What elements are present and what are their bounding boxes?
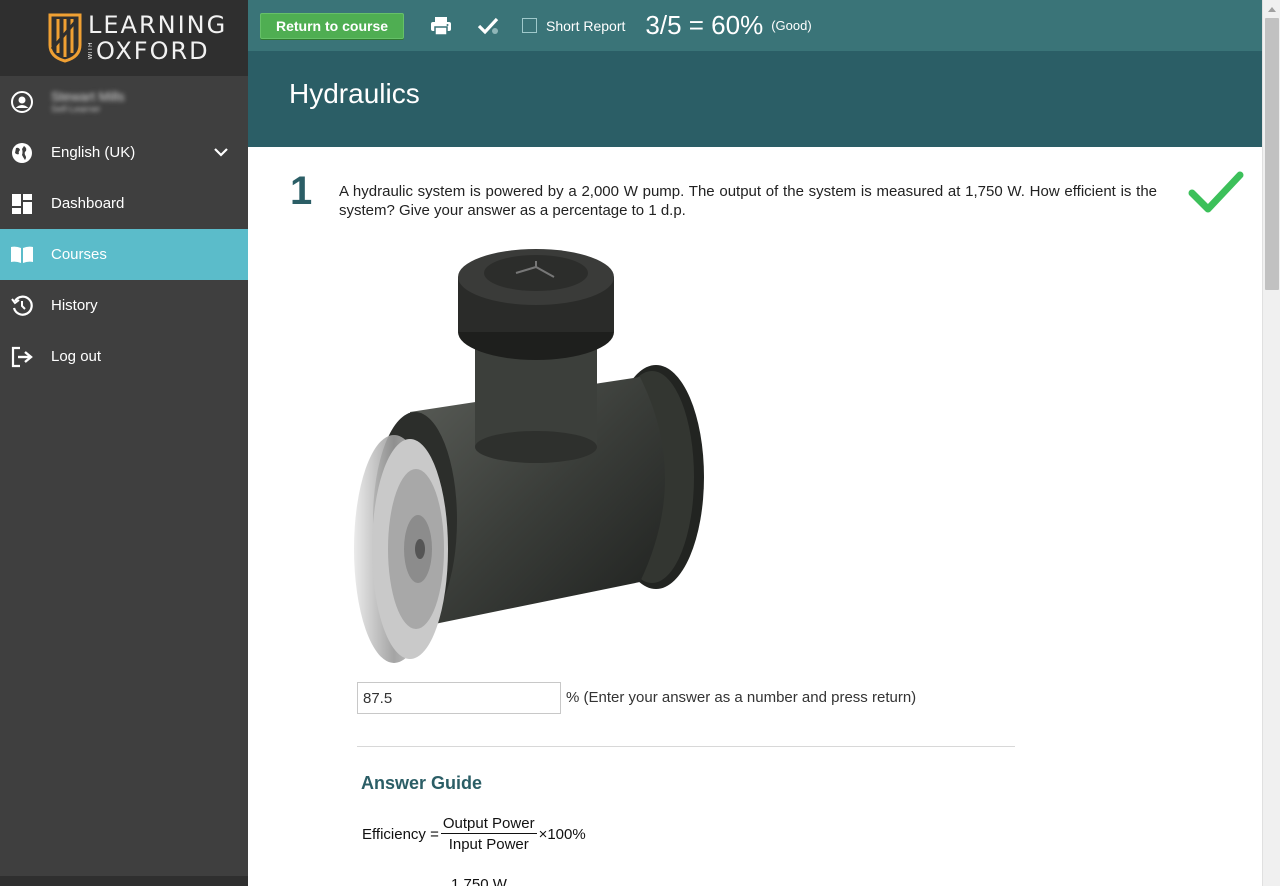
toolbar: Return to course Short Report 3/5 = 60% …: [248, 0, 1262, 51]
formula-next-line: 1,750 W: [451, 876, 507, 886]
score-display: 3/5 = 60%: [645, 10, 764, 40]
formula-numerator: Output Power: [440, 815, 537, 834]
sidebar-item-dashboard[interactable]: Dashboard: [0, 178, 248, 229]
sidebar: LEARNING WITH OXFORD Stewart Mills Self-…: [0, 0, 248, 886]
shield-logo-icon: [48, 13, 82, 63]
print-icon[interactable]: [428, 13, 454, 39]
sidebar-footer: [0, 876, 248, 886]
short-report-checkbox[interactable]: [522, 18, 538, 33]
brand-line2: OXFORD: [96, 37, 210, 65]
short-report-toggle[interactable]: Short Report: [522, 18, 625, 34]
user-avatar-icon: [10, 90, 34, 114]
return-to-course-button[interactable]: Return to course: [260, 12, 405, 39]
dashboard-icon: [10, 192, 34, 216]
sidebar-item-language[interactable]: English (UK): [0, 127, 248, 178]
brand-line2-row: WITH OXFORD: [88, 39, 227, 63]
short-report-label: Short Report: [546, 17, 626, 34]
scroll-up-arrow-icon[interactable]: [1263, 0, 1280, 18]
history-icon: [10, 294, 34, 318]
scrollbar-thumb[interactable]: [1265, 18, 1279, 290]
vertical-scrollbar[interactable]: [1262, 0, 1280, 886]
logout-icon: [10, 345, 34, 369]
user-role: Self-Learner: [51, 104, 101, 115]
user-info: Stewart Mills Self-Learner: [51, 89, 125, 115]
divider: [357, 746, 1015, 747]
question-content: 1 A hydraulic system is powered by a 2,0…: [248, 147, 1262, 886]
formula-fraction: Output Power Input Power: [440, 815, 537, 853]
globe-icon: [10, 141, 34, 165]
question-text: A hydraulic system is powered by a 2,000…: [339, 183, 1157, 219]
question-number: 1: [290, 169, 313, 213]
answer-guide-title: Answer Guide: [361, 773, 483, 793]
answer-input[interactable]: [357, 682, 561, 714]
score-rating: (Good): [771, 18, 812, 33]
formula-multiplier: ×100%: [538, 825, 586, 843]
correct-tick-icon: [1188, 171, 1244, 213]
page-header: Hydraulics: [248, 51, 1262, 147]
app-window: LEARNING WITH OXFORD Stewart Mills Self-…: [0, 0, 1280, 886]
brand-wordmark: LEARNING WITH OXFORD: [88, 13, 227, 63]
mark-check-icon[interactable]: [476, 13, 502, 39]
sidebar-item-label: Log out: [51, 348, 102, 365]
sidebar-item-label: Dashboard: [51, 195, 125, 212]
efficiency-formula: Efficiency = Output Power Input Power ×1…: [362, 815, 586, 853]
user-name: Stewart Mills: [51, 88, 125, 104]
sidebar-item-courses[interactable]: Courses: [0, 229, 248, 280]
sidebar-item-label: History: [51, 297, 98, 314]
chevron-down-icon[interactable]: [212, 143, 230, 161]
formula-label: Efficiency =: [362, 825, 439, 843]
answer-hint: % (Enter your answer as a number and pre…: [566, 689, 917, 706]
page-title: Hydraulics: [289, 78, 420, 109]
user-profile[interactable]: Stewart Mills Self-Learner: [0, 76, 248, 127]
sidebar-item-history[interactable]: History: [0, 280, 248, 331]
sidebar-item-logout[interactable]: Log out: [0, 331, 248, 382]
brand-with: WITH: [88, 42, 94, 60]
sidebar-item-label: English (UK): [51, 144, 136, 161]
brand-line1: LEARNING: [88, 11, 228, 39]
brand-logo[interactable]: LEARNING WITH OXFORD: [0, 0, 248, 76]
book-icon: [10, 243, 34, 267]
sidebar-item-label: Courses: [51, 246, 107, 263]
formula-denominator: Input Power: [448, 836, 529, 853]
hydraulic-pump-image: [354, 249, 704, 663]
